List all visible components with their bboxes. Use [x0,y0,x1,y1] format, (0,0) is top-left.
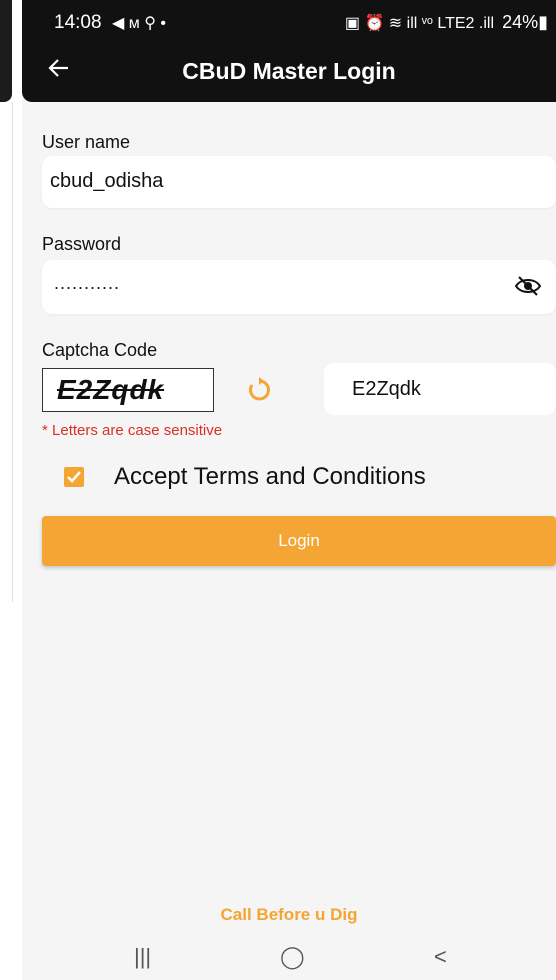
status-right-icons: ▣ ⏰ ≋ ill ᵛᵒ LTE2 .ill [344,15,494,32]
recent-apps-button[interactable]: ||| [134,944,151,970]
login-screen: 14:08 ◀ ᴍ ⚲ • ▣ ⏰ ≋ ill ᵛᵒ LTE2 .ill 24%… [22,0,556,980]
username-field[interactable]: cbud_odisha [42,156,556,208]
background-app-divider [0,102,13,602]
captcha-label: Captcha Code [42,340,158,360]
back-button[interactable]: < [434,944,447,970]
status-time: 14:08 [54,12,102,33]
terms-checkbox[interactable] [64,467,84,487]
status-left-icons: ◀ ᴍ ⚲ • [112,15,166,32]
login-button[interactable]: Login [42,516,556,566]
app-header: 14:08 ◀ ᴍ ⚲ • ▣ ⏰ ≋ ill ᵛᵒ LTE2 .ill 24%… [22,0,556,102]
captcha-input[interactable]: E2Zqdk [324,363,556,415]
password-field[interactable]: ........... [42,260,556,314]
captcha-case-note: * Letters are case sensitive [42,422,223,439]
system-nav-bar: ||| ◯ < [22,940,556,980]
terms-label[interactable]: Accept Terms and Conditions [114,463,426,491]
username-value: cbud_odisha [50,170,164,192]
home-button[interactable]: ◯ [280,944,305,970]
captcha-image: E2Zqdk [42,368,214,412]
password-label: Password [42,234,122,254]
checkmark-icon [67,471,81,483]
background-app-header-edge [0,0,12,102]
battery-indicator: 24%▮ [502,12,548,32]
refresh-icon[interactable] [246,377,272,403]
eye-slash-icon[interactable] [514,274,542,298]
login-button-label: Login [278,531,320,550]
page-title: CBuD Master Login [182,58,396,84]
footer-tagline: Call Before u Dig [220,905,358,924]
captcha-image-text: E2Zqdk [57,374,165,405]
captcha-input-value: E2Zqdk [352,378,421,400]
username-label: User name [42,132,131,152]
password-value: ........... [54,273,121,293]
